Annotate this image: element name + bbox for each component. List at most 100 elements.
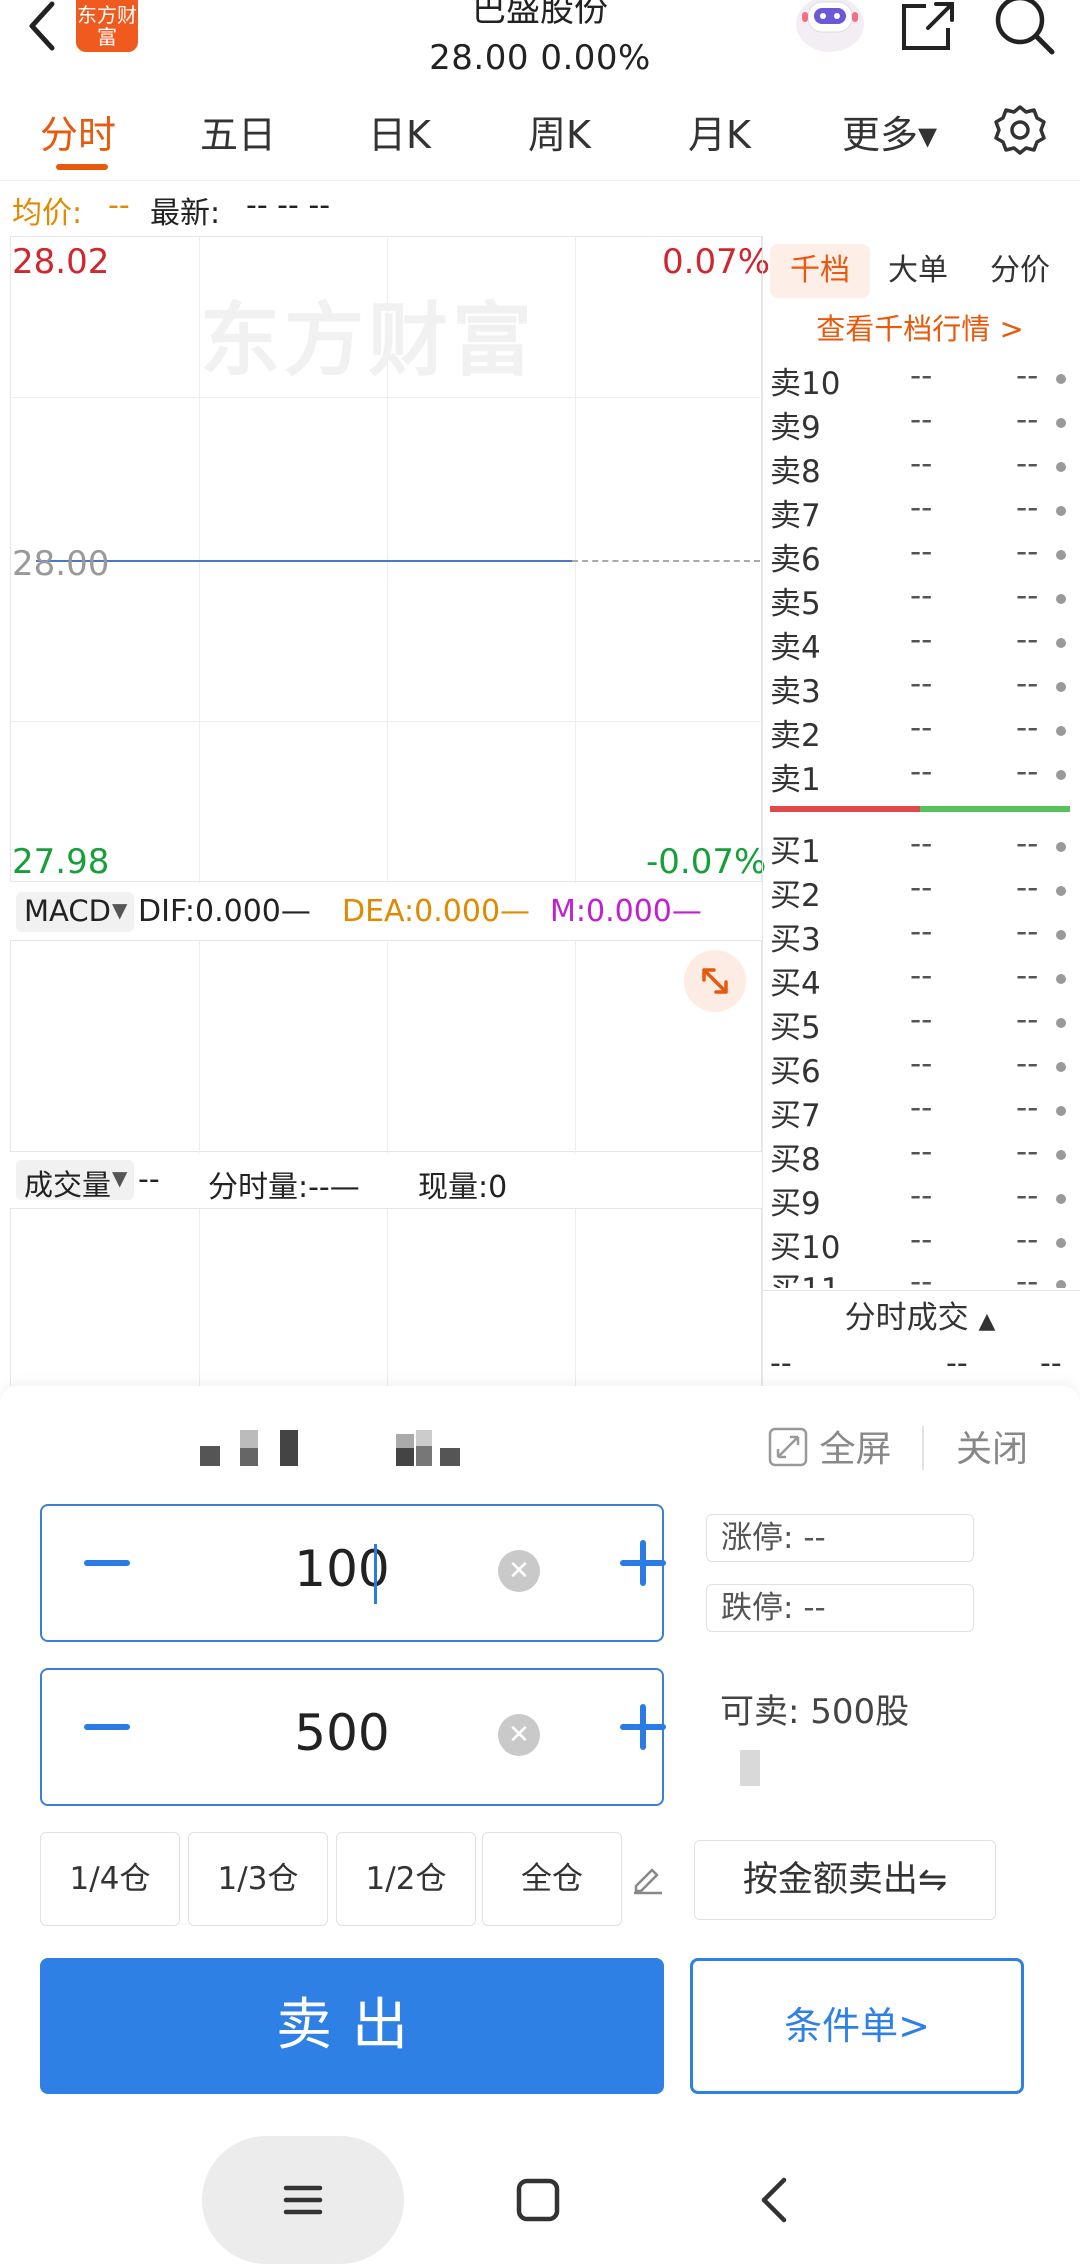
bid-row: 买11 -- -- — [770, 1264, 1070, 1288]
ask-volume: -- — [1016, 666, 1039, 702]
plus-icon-vertical — [640, 1540, 646, 1586]
view-depth-link[interactable]: 查看千档行情 > — [770, 306, 1070, 348]
macd-select[interactable]: MACD ▼ — [16, 892, 134, 932]
nav-home-button[interactable] — [516, 2178, 560, 2222]
ticks-header-label: 分时成交 — [844, 1300, 969, 1336]
ask-label: 卖6 — [770, 542, 821, 578]
ticks-header[interactable]: 分时成交 ▲ — [770, 1292, 1070, 1337]
chart-tabs: 分时 五日 日K 周K 月K 更多▾ — [0, 86, 1080, 181]
share-icon[interactable] — [898, 0, 958, 52]
ask-price: -- — [910, 710, 933, 746]
text-cursor — [374, 1544, 377, 1604]
sellable-label: 可卖: — [720, 1692, 800, 1732]
tab-thousand-level[interactable]: 千档 — [770, 244, 870, 298]
gear-icon[interactable] — [994, 104, 1046, 156]
price-stepper: 100 ✕ — [40, 1504, 666, 1642]
limit-up-box[interactable]: 涨停: -- — [706, 1514, 974, 1562]
bid-volume: -- — [1016, 1134, 1039, 1170]
macd-indicator-row: MACD ▼ DIF:0.000— DEA:0.000— M:0.000— — [10, 884, 762, 940]
sellable-quantity: 可卖: 500股 — [720, 1684, 909, 1733]
clear-icon[interactable]: ✕ — [498, 1550, 540, 1592]
tab-big-orders[interactable]: 大单 — [888, 244, 948, 298]
bid-volume: -- — [1016, 826, 1039, 862]
bid-label: 买1 — [770, 834, 821, 870]
ask-price: -- — [910, 622, 933, 658]
dot-icon — [1056, 682, 1066, 692]
dot-icon — [1056, 886, 1066, 896]
sell-by-amount-button[interactable]: 按金额卖出⇋ — [694, 1840, 996, 1920]
assistant-robot-icon[interactable] — [796, 0, 864, 52]
macd-chart[interactable] — [10, 940, 762, 1153]
tab-daily-k[interactable]: 日K — [368, 104, 431, 159]
bid-price: -- — [910, 1264, 933, 1288]
bid-volume: -- — [1016, 1178, 1039, 1214]
divider — [762, 1290, 1080, 1291]
quantity-input[interactable]: 500 — [242, 1704, 442, 1762]
tab-more[interactable]: 更多▾ — [842, 104, 937, 159]
ask-price: -- — [910, 490, 933, 526]
bid-volume: -- — [1016, 1002, 1039, 1038]
header: 东方财富 巴盛股份 28.00 0.00% — [0, 0, 1080, 86]
tab-price-distribution[interactable]: 分价 — [990, 244, 1050, 298]
ask-row: 卖2 -- -- — [770, 710, 1070, 754]
bid-price: -- — [910, 1222, 933, 1258]
current-volume: 现量:0 — [418, 1170, 508, 1205]
search-icon[interactable] — [992, 0, 1056, 56]
bid-volume: -- — [1016, 914, 1039, 950]
bid-volume: -- — [1016, 1222, 1039, 1258]
ask-price: -- — [910, 446, 933, 482]
bid-price: -- — [910, 1090, 933, 1126]
pencil-icon[interactable] — [630, 1860, 666, 1896]
price-base-label: 28.00 — [12, 544, 110, 584]
price-input[interactable]: 100 — [242, 1540, 442, 1598]
ask-price: -- — [910, 358, 933, 394]
quantity-stepper: 500 ✕ — [40, 1668, 666, 1806]
volume-chart[interactable] — [10, 1208, 762, 1387]
dot-icon — [1056, 374, 1066, 384]
dot-icon — [1056, 1018, 1066, 1028]
bid-label: 买10 — [770, 1230, 841, 1266]
volume-value: -- — [138, 1162, 160, 1197]
fullscreen-button[interactable]: 全屏 — [768, 1420, 891, 1472]
ask-row: 卖10 -- -- — [770, 358, 1070, 402]
volume-select[interactable]: 成交量 ▼ — [16, 1160, 134, 1202]
ask-row: 卖5 -- -- — [770, 578, 1070, 622]
bid-volume: -- — [1016, 1046, 1039, 1082]
expand-icon[interactable] — [684, 950, 746, 1012]
dot-icon — [1056, 974, 1066, 984]
minus-icon[interactable] — [84, 1560, 130, 1566]
tab-intraday[interactable]: 分时 — [40, 104, 116, 159]
nav-back-button[interactable] — [754, 2176, 794, 2224]
nav-menu-button[interactable] — [202, 2136, 404, 2264]
position-third-button[interactable]: 1/3仓 — [188, 1832, 328, 1926]
ask-price: -- — [910, 578, 933, 614]
sellable-value: 500股 — [810, 1692, 910, 1732]
price-info-row: 均价: -- 最新: -- -- -- — [0, 180, 1080, 234]
ask-label: 卖5 — [770, 586, 821, 622]
limit-down-box[interactable]: 跌停: -- — [706, 1584, 974, 1632]
ask-row: 卖3 -- -- — [770, 666, 1070, 710]
tab-monthly-k[interactable]: 月K — [688, 104, 751, 159]
tick-time: -- — [770, 1346, 792, 1381]
blurred-info — [740, 1750, 760, 1786]
conditional-order-button[interactable]: 条件单> — [690, 1958, 1024, 2094]
tab-five-day[interactable]: 五日 — [200, 104, 276, 159]
bid-volume: -- — [1016, 1264, 1039, 1288]
tab-weekly-k[interactable]: 周K — [528, 104, 591, 159]
dot-icon — [1056, 1062, 1066, 1072]
ask-label: 卖8 — [770, 454, 821, 490]
volume-indicator-row: 成交量 ▼ -- 分时量:--— 现量:0 — [10, 1152, 762, 1208]
position-quarter-button[interactable]: 1/4仓 — [40, 1832, 180, 1926]
clear-icon[interactable]: ✕ — [498, 1714, 540, 1756]
volume-select-label: 成交量 — [24, 1168, 112, 1202]
position-half-button[interactable]: 1/2仓 — [336, 1832, 476, 1926]
avg-price-value: -- — [108, 188, 130, 223]
bid-price: -- — [910, 1134, 933, 1170]
bid-row: 买5 -- -- — [770, 1002, 1070, 1046]
minus-icon[interactable] — [84, 1724, 130, 1730]
position-full-button[interactable]: 全仓 — [482, 1832, 622, 1926]
bid-price: -- — [910, 1002, 933, 1038]
macd-m: M:0.000— — [550, 894, 702, 929]
close-button[interactable]: 关闭 — [956, 1420, 1028, 1472]
sell-button[interactable]: 卖出 — [40, 1958, 664, 2094]
